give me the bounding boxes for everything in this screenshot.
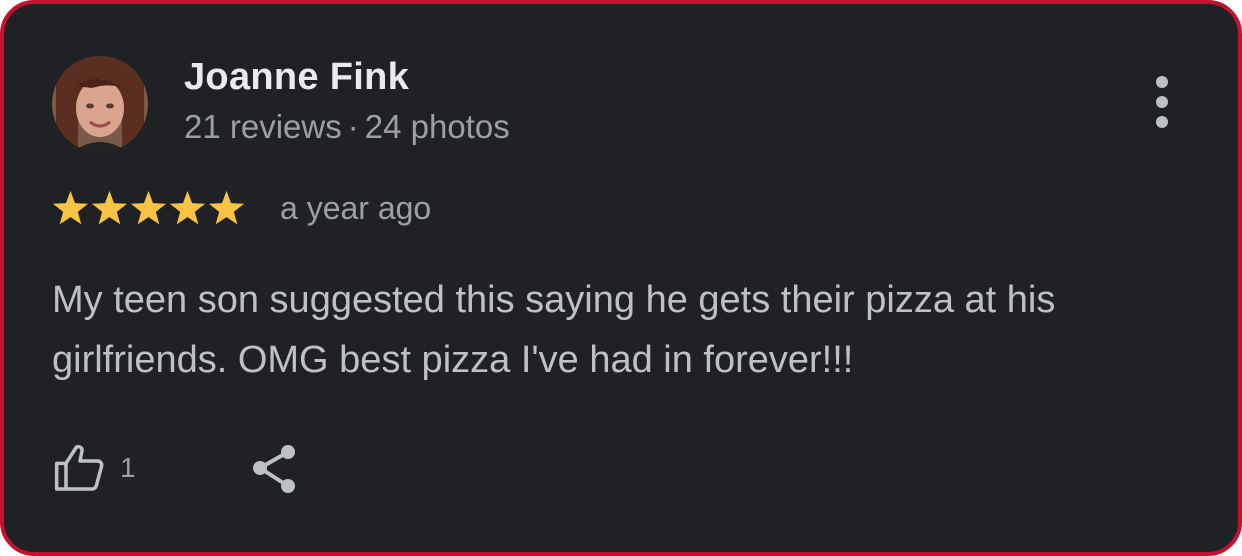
stats-separator: · [347,108,359,145]
star-icon [91,190,128,225]
star-rating [52,190,245,228]
thumbs-up-icon [54,444,104,491]
star-icon [130,190,167,225]
review-card: Joanne Fink 21 reviews · 24 photos a year … [0,0,1242,556]
star-icon [208,190,245,225]
share-button[interactable] [244,438,304,498]
more-options-button[interactable] [1142,74,1182,130]
reviews-count: 21 reviews [184,108,342,145]
star-icon [169,190,206,225]
review-time: a year ago [280,190,432,226]
reviewer-name[interactable]: Joanne Fink [184,56,409,99]
review-text: My teen son suggested this saying he get… [52,279,1056,381]
avatar-photo [52,56,148,152]
photos-count: 24 photos [364,108,510,145]
share-icon [253,445,295,493]
reviewer-stats: 21 reviews · 24 photos [184,108,510,146]
like-count: 1 [120,452,136,483]
star-icon [52,190,89,225]
reviewer-avatar[interactable] [52,56,148,152]
like-button[interactable]: 1 [52,438,136,498]
